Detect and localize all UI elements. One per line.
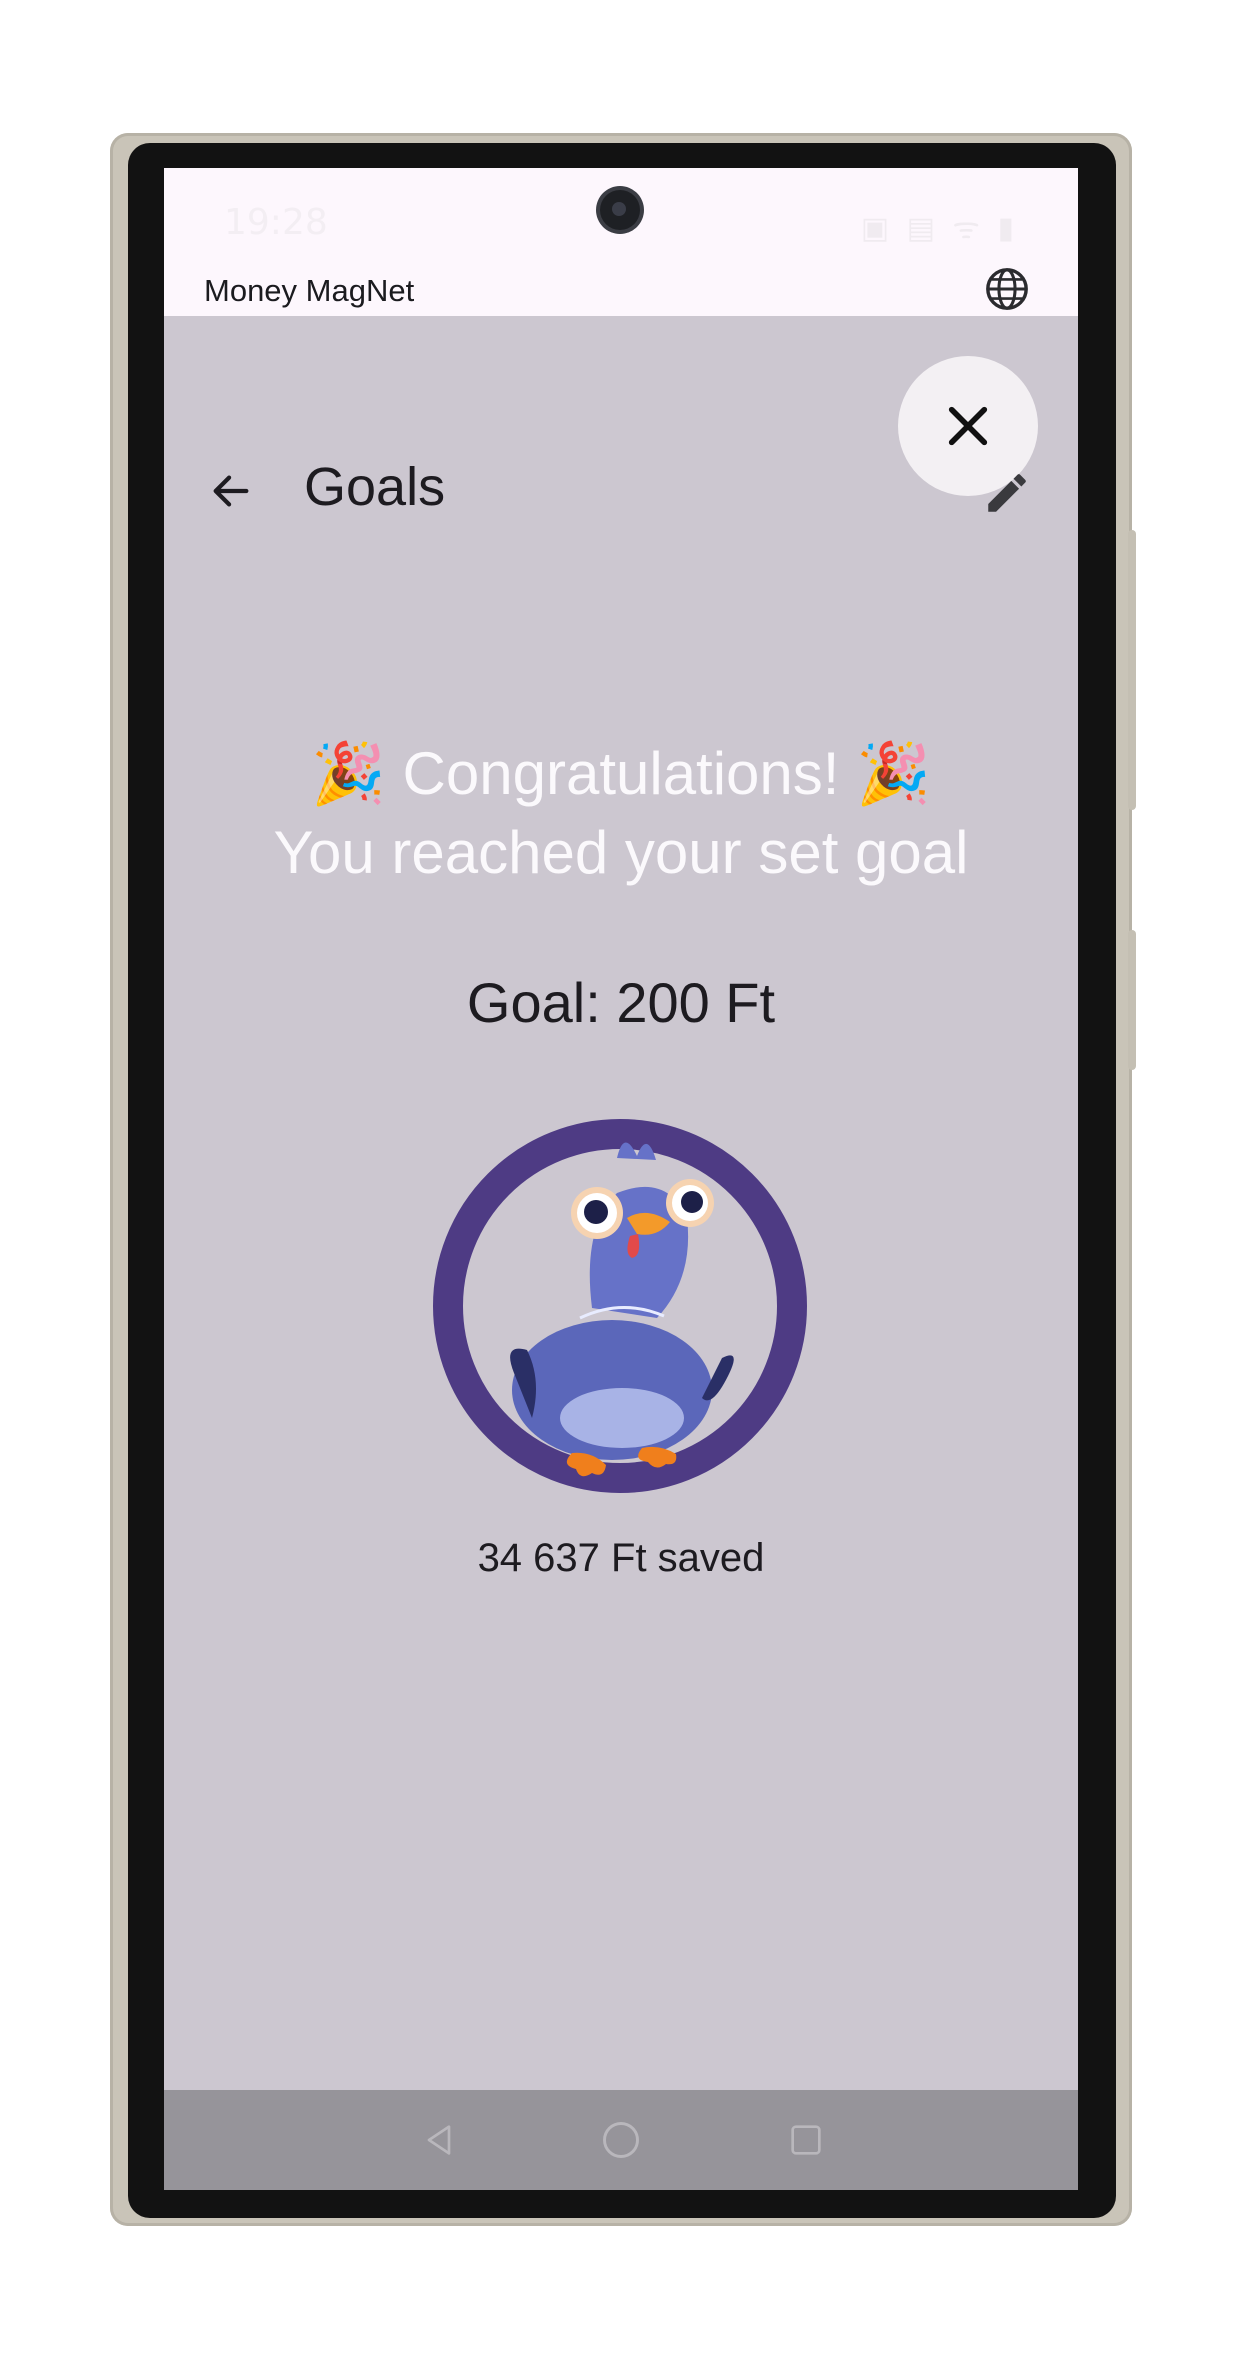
nav-recents-button[interactable] <box>776 2110 836 2170</box>
page-title: Goals <box>304 457 446 517</box>
circle-home-icon <box>603 2122 639 2158</box>
congrats-title: 🎉 Congratulations! 🎉 <box>311 740 931 807</box>
status-time: 19:28 <box>224 202 328 243</box>
triangle-back-icon <box>427 2125 451 2155</box>
app-name: Money MagNet <box>204 273 415 308</box>
screen: 19:28 ▣ ▤ ᯤ ▮ Money MagNet Goals 🎉 Congr… <box>164 168 1078 2190</box>
square-recents-icon <box>791 2125 821 2155</box>
globe-icon[interactable] <box>984 266 1030 312</box>
pencil-icon[interactable] <box>982 468 1032 518</box>
nav-back-button[interactable] <box>409 2110 469 2170</box>
pigeon-mascot <box>433 1119 807 1493</box>
front-camera <box>600 190 640 230</box>
close-icon <box>948 406 988 446</box>
saved-amount: 34 637 Ft saved <box>477 1536 765 1580</box>
power-button <box>1128 930 1136 1070</box>
goal-amount: Goal: 200 Ft <box>466 971 776 1034</box>
status-bar: 19:28 ▣ ▤ ᯤ ▮ Money MagNet <box>164 168 1078 316</box>
nav-home-button[interactable] <box>591 2110 651 2170</box>
volume-button <box>1128 530 1136 810</box>
arrow-back-icon[interactable] <box>208 468 254 514</box>
status-icons: ▣ ▤ ᯤ ▮ <box>860 211 1018 246</box>
system-nav-bar <box>164 2090 1078 2190</box>
congrats-subtitle: You reached your set goal <box>273 819 969 886</box>
